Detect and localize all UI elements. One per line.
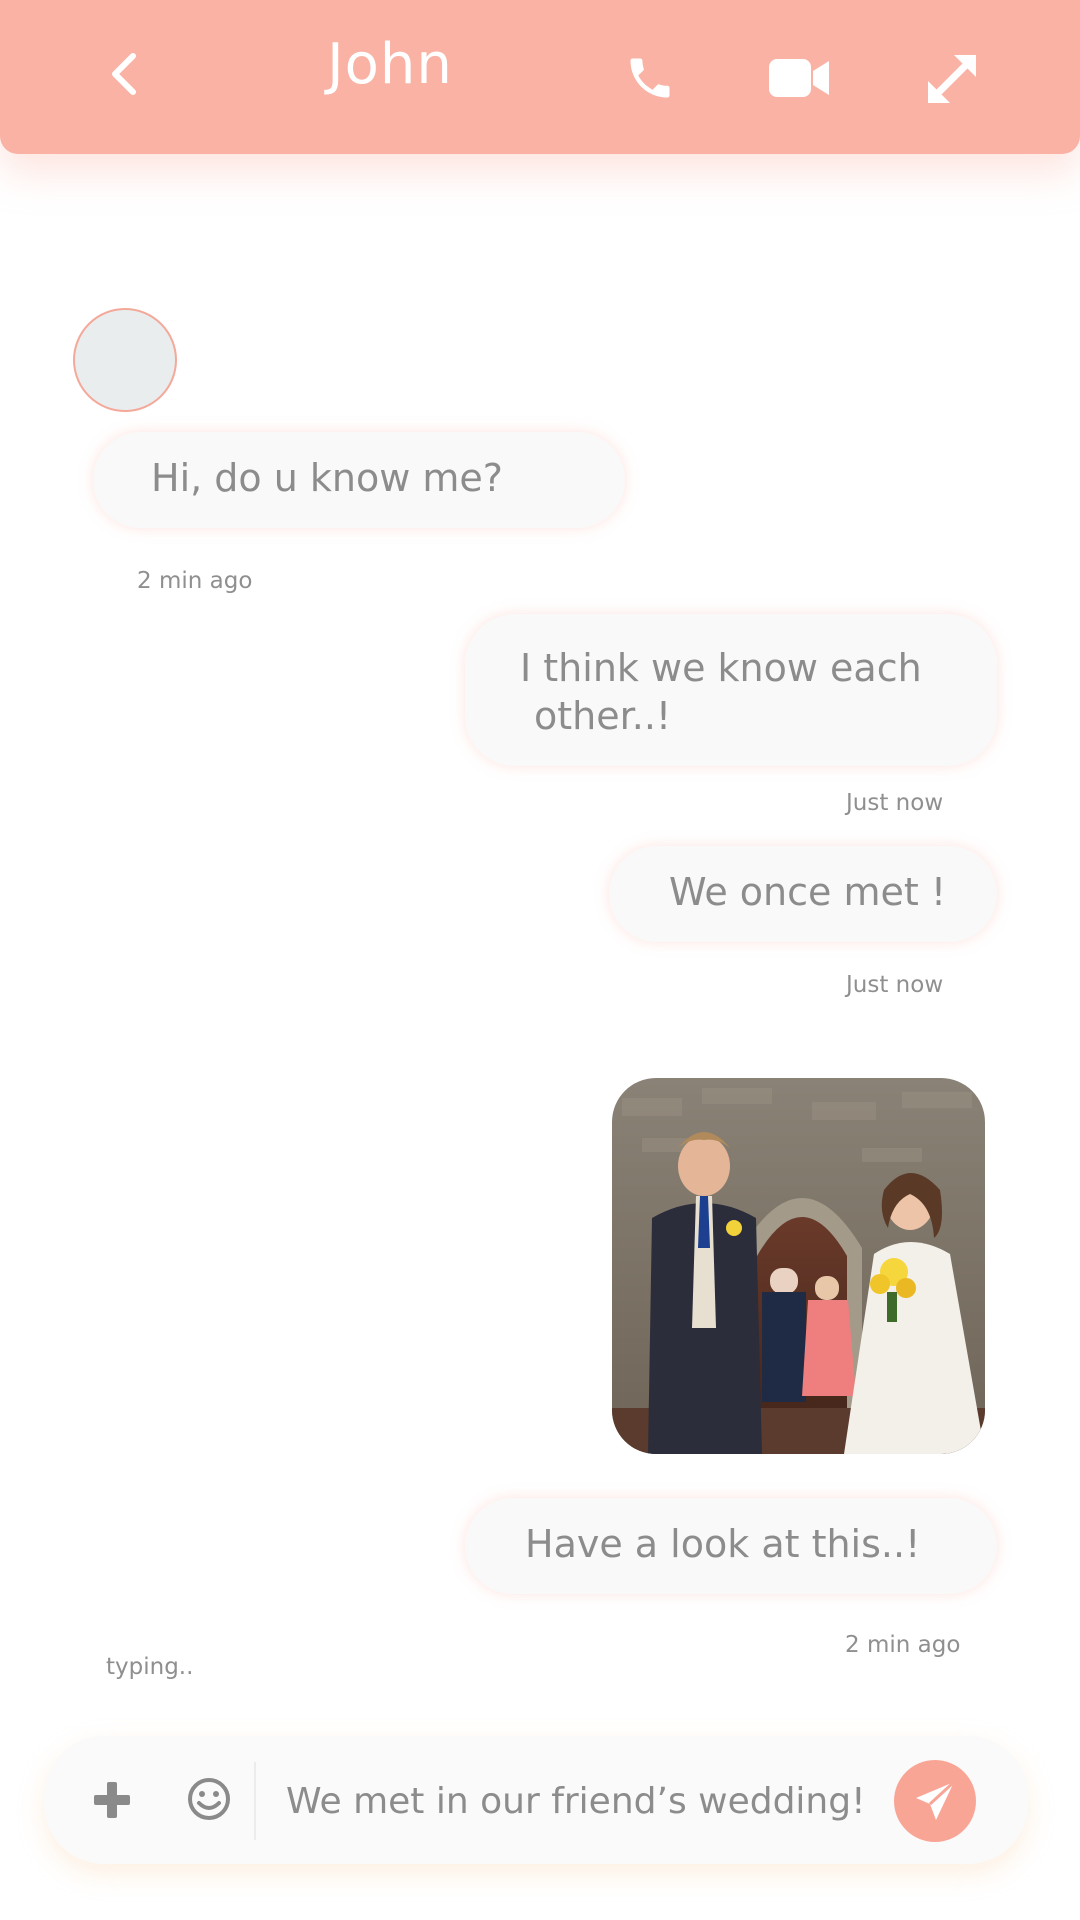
- back-button[interactable]: [96, 44, 152, 104]
- incoming-message-bubble[interactable]: Hi, do u know me?: [93, 432, 625, 528]
- message-timestamp: Just now: [846, 790, 944, 816]
- plus-icon: [94, 1782, 130, 1818]
- message-text-line: I think we know each: [520, 646, 922, 690]
- contact-name: John: [327, 32, 453, 97]
- outgoing-message-bubble[interactable]: Have a look at this..!: [465, 1498, 997, 1594]
- chat-header: John: [0, 0, 1080, 154]
- message-timestamp: Just now: [846, 972, 944, 998]
- chat-screen: John Hi, do u know me? 2 min ago I think…: [0, 0, 1080, 1920]
- wedding-photo: [612, 1078, 985, 1454]
- message-text-line: other..!: [534, 694, 672, 738]
- attach-button[interactable]: [88, 1776, 136, 1824]
- contact-avatar[interactable]: [73, 308, 177, 412]
- emoji-icon: [188, 1778, 230, 1820]
- chevron-left-icon: [112, 53, 136, 95]
- typing-indicator: typing..: [106, 1654, 194, 1680]
- voice-call-button[interactable]: [620, 48, 680, 108]
- send-button[interactable]: [894, 1760, 976, 1842]
- send-icon: [916, 1780, 956, 1820]
- message-input[interactable]: [284, 1770, 908, 1832]
- message-composer: [44, 1736, 1028, 1864]
- phone-icon: [630, 58, 670, 98]
- expand-icon: [928, 55, 976, 103]
- message-timestamp: 2 min ago: [845, 1632, 961, 1658]
- outgoing-message-bubble[interactable]: We once met !: [609, 846, 997, 942]
- video-camera-icon: [769, 59, 829, 97]
- emoji-button[interactable]: [184, 1774, 234, 1824]
- outgoing-message-bubble[interactable]: I think we know each other..!: [465, 614, 997, 766]
- message-text: We once met !: [669, 870, 947, 914]
- message-text: Hi, do u know me?: [151, 456, 503, 500]
- video-call-button[interactable]: [766, 52, 832, 104]
- message-timestamp: 2 min ago: [137, 568, 253, 594]
- wedding-photo-message[interactable]: [612, 1078, 985, 1454]
- message-text: Have a look at this..!: [525, 1522, 921, 1566]
- expand-button[interactable]: [920, 48, 984, 110]
- composer-divider: [254, 1762, 256, 1840]
